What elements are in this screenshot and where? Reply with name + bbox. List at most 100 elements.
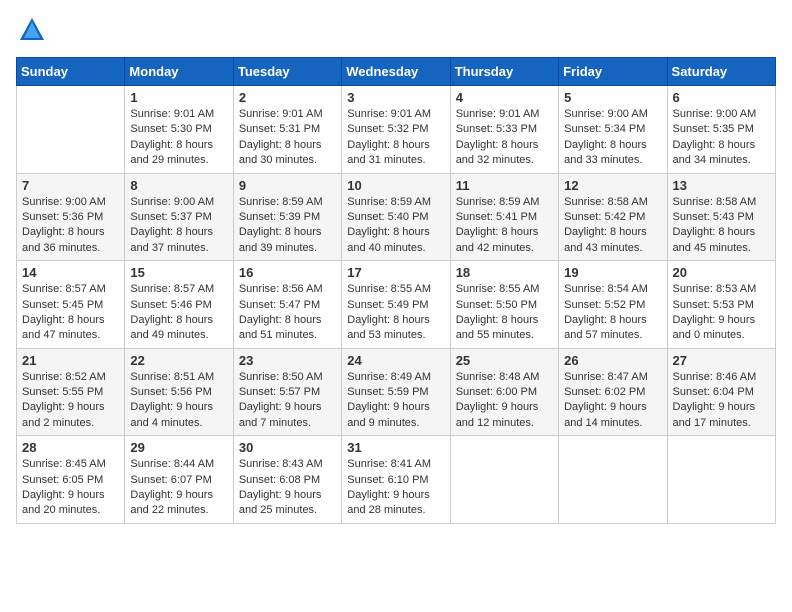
- day-info: Sunrise: 8:55 AMSunset: 5:49 PMDaylight:…: [347, 282, 444, 344]
- calendar-cell: 3 Sunrise: 9:01 AMSunset: 5:32 PMDaylight…: [342, 86, 450, 174]
- calendar-cell: 28Sunrise: 8:45 AMSunset: 6:05 PMDayligh…: [17, 436, 125, 524]
- day-number: 4: [456, 90, 553, 105]
- day-number: 23: [239, 353, 336, 368]
- day-info: Sunrise: 8:59 AMSunset: 5:41 PMDaylight:…: [456, 195, 553, 257]
- calendar-week-4: 21 Sunrise: 8:52 AMSunset: 5:55 PMDayligh…: [17, 348, 776, 436]
- day-info: Sunrise: 8:59 AMSunset: 5:40 PMDaylight:…: [347, 195, 444, 257]
- calendar-cell: [667, 436, 775, 524]
- calendar-cell: 13 Sunrise: 8:58 AMSunset: 5:43 PMDayligh…: [667, 173, 775, 261]
- calendar-cell: 19Sunrise: 8:54 AMSunset: 5:52 PMDayligh…: [559, 261, 667, 349]
- calendar-cell: 18 Sunrise: 8:55 AMSunset: 5:50 PMDayligh…: [450, 261, 558, 349]
- day-info: Sunrise: 9:01 AMSunset: 5:31 PMDaylight:…: [239, 107, 336, 169]
- day-number: 17: [347, 265, 444, 280]
- day-info: Sunrise: 8:41 AMSunset: 6:10 PMDaylight:…: [347, 457, 444, 519]
- weekday-row: SundayMondayTuesdayWednesdayThursdayFrid…: [17, 58, 776, 86]
- day-number: 11: [456, 178, 553, 193]
- day-number: 20: [673, 265, 770, 280]
- day-info: Sunrise: 8:48 AMSunset: 6:00 PMDaylight:…: [456, 370, 553, 432]
- day-number: 7: [22, 178, 119, 193]
- calendar-cell: 12 Sunrise: 8:58 AMSunset: 5:42 PMDayligh…: [559, 173, 667, 261]
- calendar-body: 1Sunrise: 9:01 AMSunset: 5:30 PMDaylight…: [17, 86, 776, 524]
- calendar-cell: [450, 436, 558, 524]
- calendar-table: SundayMondayTuesdayWednesdayThursdayFrid…: [16, 57, 776, 524]
- calendar-cell: 14Sunrise: 8:57 AMSunset: 5:45 PMDayligh…: [17, 261, 125, 349]
- day-info: Sunrise: 9:00 AMSunset: 5:34 PMDaylight:…: [564, 107, 661, 169]
- calendar-cell: 21 Sunrise: 8:52 AMSunset: 5:55 PMDayligh…: [17, 348, 125, 436]
- calendar-cell: 1Sunrise: 9:01 AMSunset: 5:30 PMDaylight…: [125, 86, 233, 174]
- calendar-cell: 4 Sunrise: 9:01 AMSunset: 5:33 PMDaylight…: [450, 86, 558, 174]
- day-number: 8: [130, 178, 227, 193]
- calendar-cell: [17, 86, 125, 174]
- logo: [16, 16, 46, 49]
- day-info: Sunrise: 8:57 AMSunset: 5:45 PMDaylight:…: [22, 282, 119, 344]
- day-number: 2: [239, 90, 336, 105]
- calendar-cell: 5 Sunrise: 9:00 AMSunset: 5:34 PMDaylight…: [559, 86, 667, 174]
- day-info: Sunrise: 9:01 AMSunset: 5:30 PMDaylight:…: [130, 107, 227, 169]
- calendar-cell: 8 Sunrise: 9:00 AMSunset: 5:37 PMDaylight…: [125, 173, 233, 261]
- day-number: 19: [564, 265, 661, 280]
- day-info: Sunrise: 8:57 AMSunset: 5:46 PMDaylight:…: [130, 282, 227, 344]
- day-info: Sunrise: 9:00 AMSunset: 5:36 PMDaylight:…: [22, 195, 119, 257]
- calendar-cell: 23 Sunrise: 8:50 AMSunset: 5:57 PMDayligh…: [233, 348, 341, 436]
- day-info: Sunrise: 9:00 AMSunset: 5:37 PMDaylight:…: [130, 195, 227, 257]
- calendar-week-1: 1Sunrise: 9:01 AMSunset: 5:30 PMDaylight…: [17, 86, 776, 174]
- day-info: Sunrise: 8:46 AMSunset: 6:04 PMDaylight:…: [673, 370, 770, 432]
- weekday-header-wednesday: Wednesday: [342, 58, 450, 86]
- day-info: Sunrise: 8:58 AMSunset: 5:43 PMDaylight:…: [673, 195, 770, 257]
- calendar-cell: [559, 436, 667, 524]
- day-info: Sunrise: 8:56 AMSunset: 5:47 PMDaylight:…: [239, 282, 336, 344]
- calendar-week-5: 28Sunrise: 8:45 AMSunset: 6:05 PMDayligh…: [17, 436, 776, 524]
- calendar-cell: 27 Sunrise: 8:46 AMSunset: 6:04 PMDayligh…: [667, 348, 775, 436]
- day-info: Sunrise: 8:49 AMSunset: 5:59 PMDaylight:…: [347, 370, 444, 432]
- calendar-cell: 22 Sunrise: 8:51 AMSunset: 5:56 PMDayligh…: [125, 348, 233, 436]
- day-number: 18: [456, 265, 553, 280]
- day-number: 10: [347, 178, 444, 193]
- calendar-week-2: 7 Sunrise: 9:00 AMSunset: 5:36 PMDaylight…: [17, 173, 776, 261]
- day-number: 27: [673, 353, 770, 368]
- calendar-week-3: 14Sunrise: 8:57 AMSunset: 5:45 PMDayligh…: [17, 261, 776, 349]
- day-info: Sunrise: 9:01 AMSunset: 5:32 PMDaylight:…: [347, 107, 444, 169]
- day-info: Sunrise: 8:53 AMSunset: 5:53 PMDaylight:…: [673, 282, 770, 344]
- calendar-header: SundayMondayTuesdayWednesdayThursdayFrid…: [17, 58, 776, 86]
- calendar-cell: 6 Sunrise: 9:00 AMSunset: 5:35 PMDaylight…: [667, 86, 775, 174]
- calendar-cell: 31Sunrise: 8:41 AMSunset: 6:10 PMDayligh…: [342, 436, 450, 524]
- day-number: 13: [673, 178, 770, 193]
- day-number: 21: [22, 353, 119, 368]
- weekday-header-sunday: Sunday: [17, 58, 125, 86]
- calendar-cell: 24 Sunrise: 8:49 AMSunset: 5:59 PMDayligh…: [342, 348, 450, 436]
- calendar-cell: 2 Sunrise: 9:01 AMSunset: 5:31 PMDaylight…: [233, 86, 341, 174]
- day-number: 15: [130, 265, 227, 280]
- logo-icon: [18, 16, 46, 44]
- day-info: Sunrise: 8:58 AMSunset: 5:42 PMDaylight:…: [564, 195, 661, 257]
- day-number: 30: [239, 440, 336, 455]
- day-number: 9: [239, 178, 336, 193]
- calendar-cell: 9 Sunrise: 8:59 AMSunset: 5:39 PMDaylight…: [233, 173, 341, 261]
- day-number: 28: [22, 440, 119, 455]
- day-number: 29: [130, 440, 227, 455]
- day-info: Sunrise: 9:00 AMSunset: 5:35 PMDaylight:…: [673, 107, 770, 169]
- calendar-cell: 26Sunrise: 8:47 AMSunset: 6:02 PMDayligh…: [559, 348, 667, 436]
- day-info: Sunrise: 8:43 AMSunset: 6:08 PMDaylight:…: [239, 457, 336, 519]
- weekday-header-thursday: Thursday: [450, 58, 558, 86]
- weekday-header-friday: Friday: [559, 58, 667, 86]
- weekday-header-monday: Monday: [125, 58, 233, 86]
- day-info: Sunrise: 8:51 AMSunset: 5:56 PMDaylight:…: [130, 370, 227, 432]
- day-info: Sunrise: 8:55 AMSunset: 5:50 PMDaylight:…: [456, 282, 553, 344]
- calendar-cell: 11 Sunrise: 8:59 AMSunset: 5:41 PMDayligh…: [450, 173, 558, 261]
- day-info: Sunrise: 8:50 AMSunset: 5:57 PMDaylight:…: [239, 370, 336, 432]
- calendar-cell: 17 Sunrise: 8:55 AMSunset: 5:49 PMDayligh…: [342, 261, 450, 349]
- day-number: 3: [347, 90, 444, 105]
- day-info: Sunrise: 8:59 AMSunset: 5:39 PMDaylight:…: [239, 195, 336, 257]
- calendar-cell: 10 Sunrise: 8:59 AMSunset: 5:40 PMDayligh…: [342, 173, 450, 261]
- calendar-cell: 7 Sunrise: 9:00 AMSunset: 5:36 PMDaylight…: [17, 173, 125, 261]
- day-number: 12: [564, 178, 661, 193]
- day-info: Sunrise: 9:01 AMSunset: 5:33 PMDaylight:…: [456, 107, 553, 169]
- calendar-cell: 29Sunrise: 8:44 AMSunset: 6:07 PMDayligh…: [125, 436, 233, 524]
- day-number: 5: [564, 90, 661, 105]
- day-number: 24: [347, 353, 444, 368]
- day-info: Sunrise: 8:52 AMSunset: 5:55 PMDaylight:…: [22, 370, 119, 432]
- calendar-cell: 15 Sunrise: 8:57 AMSunset: 5:46 PMDayligh…: [125, 261, 233, 349]
- day-number: 22: [130, 353, 227, 368]
- day-number: 6: [673, 90, 770, 105]
- calendar-cell: 16Sunrise: 8:56 AMSunset: 5:47 PMDayligh…: [233, 261, 341, 349]
